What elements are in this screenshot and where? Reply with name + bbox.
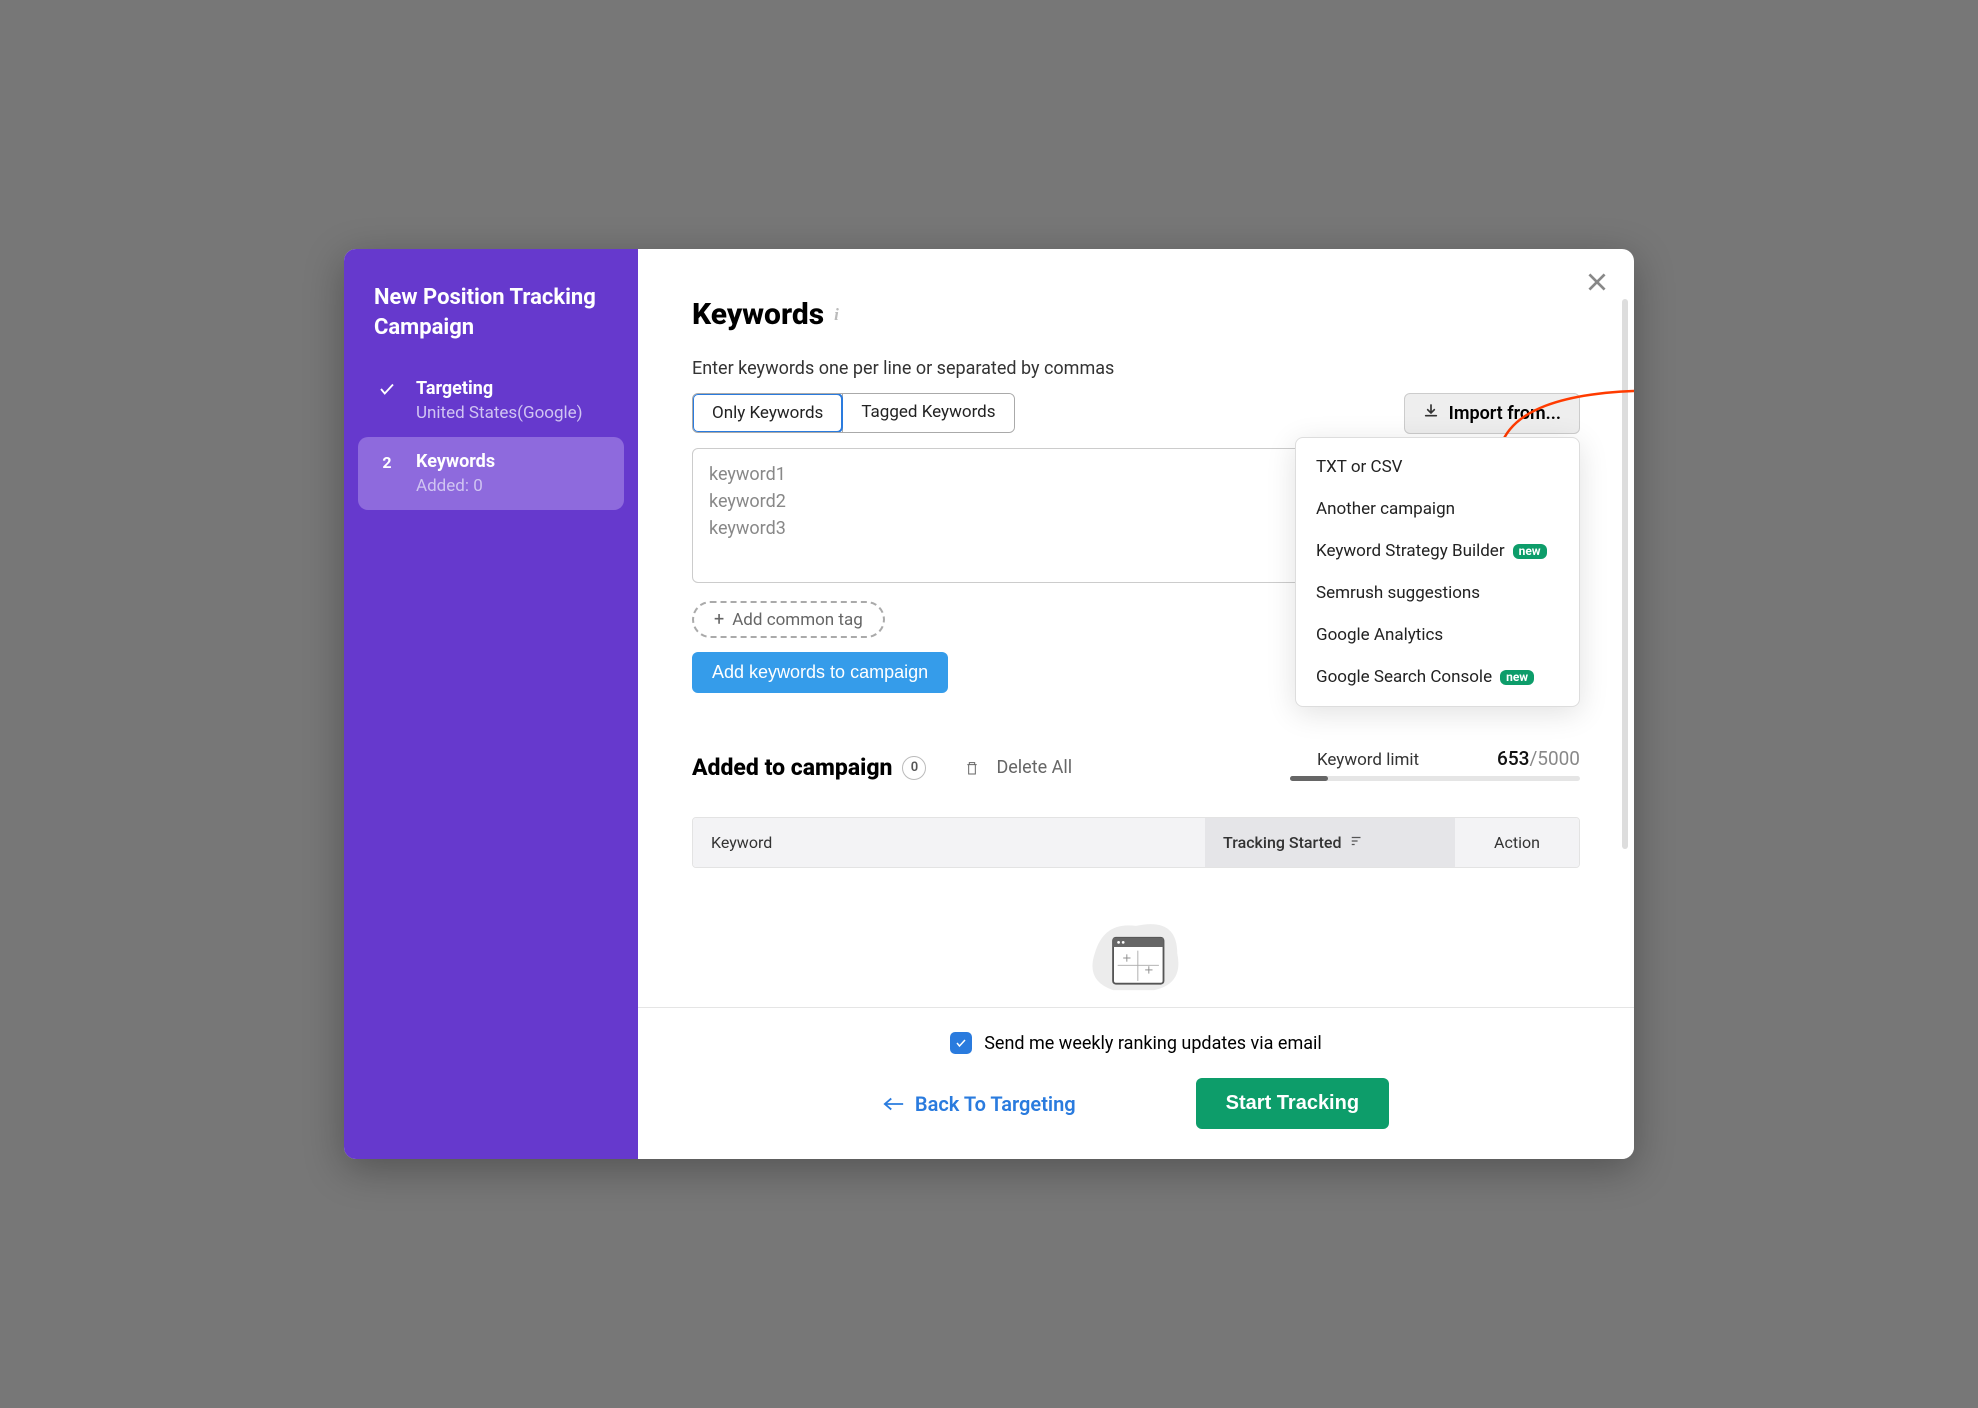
added-title: Added to campaign (692, 754, 892, 781)
step-keywords[interactable]: 2 Keywords Added: 0 (358, 437, 624, 510)
keyword-mode-tabs: Only Keywords Tagged Keywords (692, 393, 1015, 433)
weekly-email-checkbox[interactable] (950, 1032, 972, 1054)
empty-state-image (692, 868, 1580, 1007)
column-tracking-started[interactable]: Tracking Started (1205, 818, 1455, 867)
step-targeting[interactable]: Targeting United States(Google) (344, 364, 638, 437)
column-action: Action (1455, 818, 1579, 867)
sort-icon (1350, 833, 1364, 852)
import-dropdown: TXT or CSV Another campaign Keyword Stra… (1295, 437, 1580, 707)
limit-progress-bar (1290, 776, 1580, 781)
step-subtext: United States(Google) (416, 403, 583, 423)
delete-all-button[interactable]: Delete All (996, 757, 1072, 778)
column-keyword[interactable]: Keyword (693, 818, 1205, 867)
footer: Send me weekly ranking updates via email… (638, 1007, 1634, 1159)
tab-tagged-keywords[interactable]: Tagged Keywords (842, 394, 1013, 432)
import-option-another-campaign[interactable]: Another campaign (1296, 488, 1579, 530)
add-common-tag-button[interactable]: + Add common tag (692, 601, 885, 638)
keyword-limit: Keyword limit 653/5000 (1290, 747, 1580, 781)
sidebar-title: New Position Tracking Campaign (344, 283, 638, 364)
wizard-sidebar: New Position Tracking Campaign Targeting… (344, 249, 638, 1159)
modal-window: New Position Tracking Campaign Targeting… (344, 249, 1634, 1159)
import-option-search-console[interactable]: Google Search Consolenew (1296, 656, 1579, 698)
start-tracking-button[interactable]: Start Tracking (1196, 1078, 1389, 1129)
plus-icon: + (714, 609, 724, 630)
weekly-email-label: Send me weekly ranking updates via email (984, 1033, 1322, 1054)
import-option-google-analytics[interactable]: Google Analytics (1296, 614, 1579, 656)
page-title: Keywords i (692, 297, 1580, 332)
step-number: 2 (376, 451, 398, 496)
import-option-semrush[interactable]: Semrush suggestions (1296, 572, 1579, 614)
instruction-text: Enter keywords one per line or separated… (692, 358, 1580, 379)
tab-only-keywords[interactable]: Only Keywords (692, 393, 843, 433)
check-icon (376, 378, 398, 423)
main-panel: Keywords i Enter keywords one per line o… (638, 249, 1634, 1159)
back-button[interactable]: Back To Targeting (883, 1092, 1076, 1116)
import-option-keyword-strategy[interactable]: Keyword Strategy Buildernew (1296, 530, 1579, 572)
added-count-badge: 0 (902, 756, 926, 780)
import-option-txt-csv[interactable]: TXT or CSV (1296, 446, 1579, 488)
close-button[interactable] (1584, 269, 1610, 301)
info-icon[interactable]: i (834, 305, 839, 325)
step-subtext: Added: 0 (416, 476, 495, 496)
trash-icon (964, 759, 980, 777)
add-keywords-button[interactable]: Add keywords to campaign (692, 652, 948, 693)
step-name: Targeting (416, 378, 583, 399)
keywords-table: Keyword Tracking Started Action (692, 817, 1580, 868)
download-icon (1423, 403, 1439, 424)
step-name: Keywords (416, 451, 495, 472)
